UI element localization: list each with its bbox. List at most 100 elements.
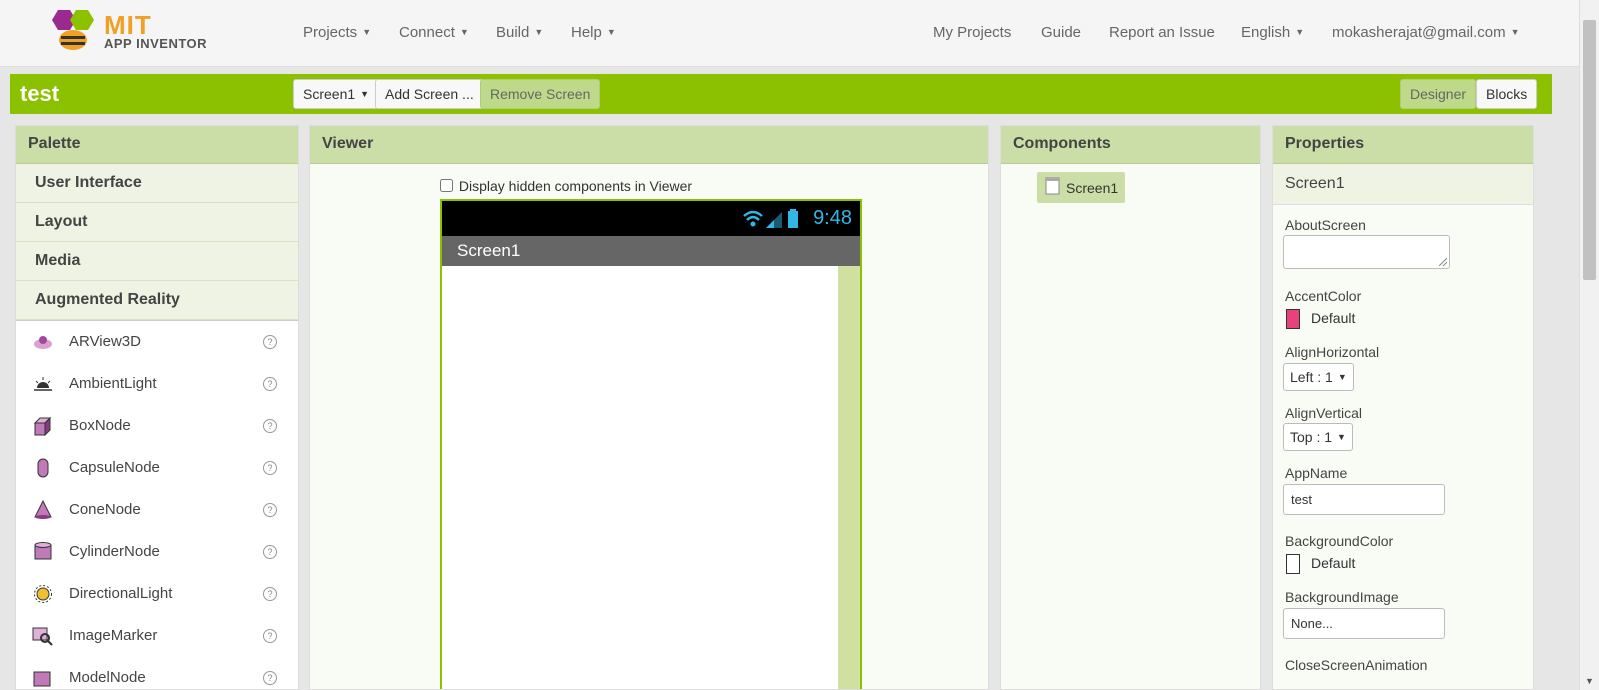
hidden-components-row: Display hidden components in Viewer — [440, 178, 692, 194]
resize-handle-icon[interactable] — [1439, 258, 1447, 266]
palette-item-label: CylinderNode — [69, 543, 160, 560]
account-label: mokasherajat@gmail.com — [1332, 24, 1506, 41]
help-icon[interactable]: ? — [263, 545, 277, 559]
nav-projects-menu[interactable]: Projects ▼ — [303, 24, 371, 41]
caret-down-icon: ▼ — [534, 27, 544, 37]
palette-item-capsulenode[interactable]: CapsuleNode ? — [16, 447, 298, 489]
align-horizontal-select[interactable]: Left : 1 ▼ — [1283, 363, 1354, 391]
nav-my-projects-link[interactable]: My Projects — [933, 24, 1011, 41]
palette-item-conenode[interactable]: ConeNode ? — [16, 489, 298, 531]
project-title: test — [20, 81, 60, 106]
language-label: English — [1241, 24, 1291, 41]
align-vertical-select[interactable]: Top : 1 ▼ — [1283, 423, 1353, 451]
arview3d-icon — [34, 336, 52, 349]
nav-help-label: Help — [571, 24, 602, 41]
remove-screen-button[interactable]: Remove Screen — [480, 79, 601, 109]
imagemarker-icon — [32, 627, 53, 646]
phone-status-bar: 9:48 — [442, 201, 860, 236]
help-icon[interactable]: ? — [263, 377, 277, 391]
components-panel: Components Screen1 — [1000, 125, 1261, 690]
accent-color-label: AccentColor — [1285, 288, 1362, 304]
palette-item-label: BoxNode — [69, 417, 131, 434]
phone-preview[interactable]: 9:48 Screen1 — [440, 199, 862, 689]
palette-item-arview3d[interactable]: ARView3D ? — [16, 321, 298, 363]
palette-item-label: ConeNode — [69, 501, 141, 518]
palette-category-augmented-reality[interactable]: Augmented Reality — [16, 281, 298, 320]
help-icon[interactable]: ? — [263, 461, 277, 475]
wifi-signal-battery-icons — [743, 209, 798, 228]
caret-down-icon: ▼ — [459, 27, 469, 37]
palette-item-modelnode[interactable]: ModelNode ? — [16, 657, 298, 689]
nav-projects-label: Projects — [303, 24, 358, 41]
display-hidden-label: Display hidden components in Viewer — [458, 178, 693, 194]
caret-down-icon: ▼ — [1337, 372, 1347, 382]
project-toolbar: test Screen1 ▼ Add Screen ... Remove Scre… — [10, 74, 1552, 114]
palette-category-layout[interactable]: Layout — [16, 203, 298, 242]
nav-build-menu[interactable]: Build ▼ — [496, 24, 543, 41]
caret-down-icon: ▼ — [1510, 27, 1520, 37]
accent-color-swatch[interactable] — [1286, 309, 1300, 329]
background-image-picker[interactable]: None... — [1283, 608, 1445, 639]
help-icon[interactable]: ? — [263, 629, 277, 643]
palette-item-label: AmbientLight — [69, 375, 157, 392]
palette-category-media[interactable]: Media — [16, 242, 298, 281]
accent-color-value[interactable]: Default — [1311, 310, 1355, 326]
add-screen-button[interactable]: Add Screen ... — [375, 79, 484, 109]
screen-select-dropdown[interactable]: Screen1 ▼ — [293, 79, 380, 109]
logo-appinventor-text: APP INVENTOR — [104, 36, 208, 51]
blocks-button[interactable]: Blocks — [1476, 79, 1538, 109]
viewer-panel: Viewer Display hidden components in View… — [309, 125, 989, 690]
properties-panel: Properties Screen1 AboutScreen AccentCol… — [1272, 125, 1534, 690]
scroll-down-arrow-icon[interactable]: ▼ — [1585, 676, 1594, 686]
help-icon[interactable]: ? — [263, 335, 277, 349]
page-scrollbar-thumb[interactable] — [1583, 20, 1596, 280]
caret-down-icon: ▼ — [1337, 432, 1346, 442]
help-icon[interactable]: ? — [263, 419, 277, 433]
palette-items-list: ARView3D ? AmbientLight ? BoxNode ? Caps… — [16, 320, 298, 689]
phone-clock: 9:48 — [813, 207, 852, 229]
display-hidden-checkbox[interactable] — [440, 179, 453, 192]
help-icon[interactable]: ? — [263, 503, 277, 517]
nav-connect-menu[interactable]: Connect ▼ — [399, 24, 469, 41]
palette-item-directionallight[interactable]: DirectionalLight ? — [16, 573, 298, 615]
background-color-label: BackgroundColor — [1285, 533, 1394, 549]
nav-help-menu[interactable]: Help ▼ — [571, 24, 616, 41]
background-color-value[interactable]: Default — [1311, 555, 1355, 571]
palette-item-cylindernode[interactable]: CylinderNode ? — [16, 531, 298, 573]
logo-bee-icon — [52, 10, 94, 50]
designer-button[interactable]: Designer — [1400, 79, 1477, 109]
background-image-label: BackgroundImage — [1285, 589, 1399, 605]
caret-down-icon: ▼ — [362, 27, 372, 37]
palette-panel: Palette User Interface Layout Media Augm… — [15, 125, 299, 690]
background-color-swatch[interactable] — [1286, 554, 1300, 574]
modelnode-icon — [33, 671, 51, 687]
phone-scrollbar[interactable] — [838, 266, 860, 689]
capsulenode-icon — [37, 458, 49, 478]
palette-category-user-interface[interactable]: User Interface — [16, 164, 298, 203]
properties-component-name: Screen1 — [1273, 164, 1533, 205]
top-navbar: MIT APP INVENTOR Projects ▼ Connect ▼ Buil… — [0, 0, 1580, 67]
align-vertical-label: AlignVertical — [1285, 405, 1363, 421]
page-scrollbar[interactable]: ▼ — [1579, 0, 1599, 690]
nav-account-menu[interactable]: mokasherajat@gmail.com ▼ — [1332, 24, 1520, 41]
palette-item-label: ARView3D — [69, 333, 141, 350]
palette-item-boxnode[interactable]: BoxNode ? — [16, 405, 298, 447]
palette-item-ambientlight[interactable]: AmbientLight ? — [16, 363, 298, 405]
palette-item-imagemarker[interactable]: ImageMarker ? — [16, 615, 298, 657]
component-tree-screen1[interactable]: Screen1 — [1037, 172, 1125, 203]
app-name-input[interactable]: test — [1283, 484, 1445, 515]
nav-report-issue-link[interactable]: Report an Issue — [1109, 24, 1215, 41]
app-inventor-logo[interactable]: MIT APP INVENTOR — [44, 6, 214, 56]
about-screen-textarea[interactable] — [1283, 235, 1450, 269]
about-screen-label: AboutScreen — [1285, 217, 1366, 233]
cylindernode-icon — [34, 542, 52, 560]
palette-item-label: CapsuleNode — [69, 459, 160, 476]
viewer-header: Viewer — [310, 126, 988, 164]
components-header: Components — [1001, 126, 1260, 164]
boxnode-icon — [33, 416, 52, 436]
conenode-icon — [34, 500, 52, 519]
nav-guide-link[interactable]: Guide — [1041, 24, 1081, 41]
help-icon[interactable]: ? — [263, 587, 277, 601]
nav-language-menu[interactable]: English ▼ — [1241, 24, 1304, 41]
help-icon[interactable]: ? — [263, 671, 277, 685]
